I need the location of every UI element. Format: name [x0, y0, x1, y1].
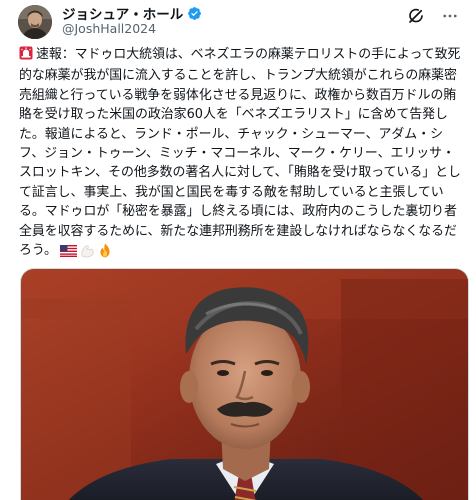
flexed-biceps-emoji: [80, 243, 95, 258]
rotating-light-emoji: [19, 46, 33, 66]
avatar[interactable]: [18, 5, 52, 39]
display-name[interactable]: ジョシュア・ホール: [62, 3, 183, 23]
more-icon[interactable]: [440, 6, 460, 26]
portrait-photo: [21, 269, 468, 500]
suffix-emojis: [59, 243, 112, 258]
fire-emoji: [98, 243, 112, 258]
verified-badge-icon: [187, 6, 202, 21]
post-media-photo[interactable]: [20, 268, 469, 500]
post-text: 速報：マドゥロ大統領は、ベネズエラの麻薬テロリストの手によって致死的な麻薬が我が…: [19, 45, 466, 260]
post-body-text: 速報：マドゥロ大統領は、ベネズエラの麻薬テロリストの手によって致死的な麻薬が我が…: [19, 47, 461, 259]
us-flag-emoji: [59, 244, 77, 257]
post-card: ジョシュア・ホール @JoshHall2024 速報：マドゥロ大統領は、ベネズエ…: [0, 0, 476, 500]
header-actions: [406, 6, 460, 26]
author-handle[interactable]: @JoshHall2024: [62, 21, 156, 36]
author-name-row[interactable]: ジョシュア・ホール: [62, 3, 202, 23]
grok-icon[interactable]: [406, 6, 426, 26]
